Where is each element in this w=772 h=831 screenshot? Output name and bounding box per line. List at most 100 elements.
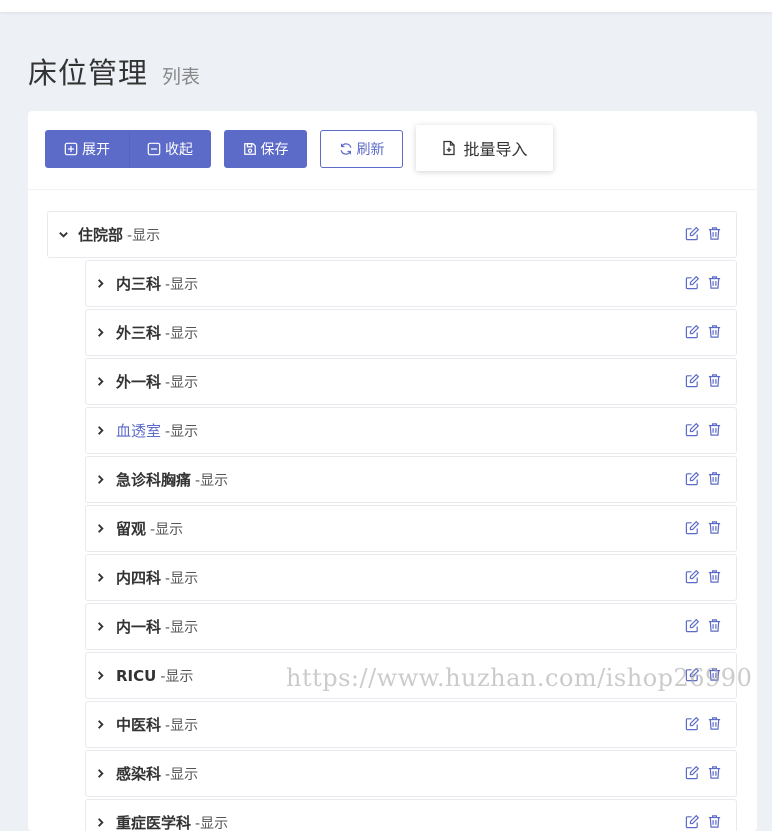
edit-icon[interactable] bbox=[685, 667, 700, 682]
node-actions bbox=[685, 422, 722, 437]
tree-node-status: -显示 bbox=[165, 372, 198, 392]
tree-node-child[interactable]: 内一科-显示 bbox=[85, 603, 737, 650]
expand-button[interactable]: 展开 bbox=[45, 130, 129, 168]
edit-icon[interactable] bbox=[685, 569, 700, 584]
trash-icon[interactable] bbox=[707, 716, 722, 731]
tree-node-root[interactable]: 住院部 -显示 bbox=[47, 211, 737, 258]
edit-icon[interactable] bbox=[685, 226, 700, 241]
tree-node-status: -显示 bbox=[150, 519, 183, 539]
edit-icon[interactable] bbox=[685, 520, 700, 535]
chevron-right-icon[interactable] bbox=[94, 474, 106, 486]
chevron-right-icon[interactable] bbox=[94, 425, 106, 437]
tree-node-name: 内四科 bbox=[116, 567, 161, 588]
tree-node-status: -显示 bbox=[165, 715, 198, 735]
edit-icon[interactable] bbox=[685, 275, 700, 290]
trash-icon[interactable] bbox=[707, 667, 722, 682]
trash-icon[interactable] bbox=[707, 618, 722, 633]
content-card: 展开 收起 保存 刷新 bbox=[28, 111, 757, 831]
tree-node-name: 外三科 bbox=[116, 322, 161, 343]
chevron-right-icon[interactable] bbox=[94, 327, 106, 339]
save-button[interactable]: 保存 bbox=[224, 130, 307, 168]
tree-node-status: -显示 bbox=[165, 764, 198, 784]
tree-node-name: 血透室 bbox=[116, 420, 161, 441]
save-icon bbox=[243, 142, 257, 156]
node-actions bbox=[685, 569, 722, 584]
batch-import-label: 批量导入 bbox=[463, 136, 527, 160]
trash-icon[interactable] bbox=[707, 520, 722, 535]
chevron-right-icon[interactable] bbox=[94, 719, 106, 731]
tree-node-child[interactable]: 重症医学科-显示 bbox=[85, 799, 737, 831]
chevron-right-icon[interactable] bbox=[94, 670, 106, 682]
tree-node-child[interactable]: 外一科-显示 bbox=[85, 358, 737, 405]
tree-node-status: -显示 bbox=[165, 568, 198, 588]
tree-node-status: -显示 bbox=[165, 617, 198, 637]
tree-node-name: 中医科 bbox=[116, 714, 161, 735]
tree-node-child[interactable]: 外三科-显示 bbox=[85, 309, 737, 356]
tree-node-name: 急诊科胸痛 bbox=[116, 469, 191, 490]
edit-icon[interactable] bbox=[685, 716, 700, 731]
refresh-button[interactable]: 刷新 bbox=[320, 130, 403, 168]
page-title: 床位管理 bbox=[28, 50, 148, 92]
edit-icon[interactable] bbox=[685, 765, 700, 780]
chevron-right-icon[interactable] bbox=[94, 523, 106, 535]
node-actions bbox=[685, 667, 722, 682]
tree-node-name: 内一科 bbox=[116, 616, 161, 637]
trash-icon[interactable] bbox=[707, 814, 722, 829]
node-actions bbox=[685, 471, 722, 486]
tree-node-name: 感染科 bbox=[116, 763, 161, 784]
node-actions bbox=[685, 765, 722, 780]
node-actions bbox=[685, 373, 722, 388]
trash-icon[interactable] bbox=[707, 373, 722, 388]
tree-node-child[interactable]: 感染科-显示 bbox=[85, 750, 737, 797]
batch-import-button[interactable]: 批量导入 bbox=[416, 125, 553, 171]
tree-node-child[interactable]: 内四科-显示 bbox=[85, 554, 737, 601]
toolbar: 展开 收起 保存 刷新 bbox=[28, 111, 757, 190]
chevron-right-icon[interactable] bbox=[94, 278, 106, 290]
tree-node-name: 住院部 bbox=[78, 224, 123, 245]
tree-node-status: -显示 bbox=[195, 813, 228, 831]
page-subtitle: 列表 bbox=[162, 62, 200, 89]
refresh-icon bbox=[339, 142, 353, 156]
edit-icon[interactable] bbox=[685, 618, 700, 633]
edit-icon[interactable] bbox=[685, 324, 700, 339]
trash-icon[interactable] bbox=[707, 471, 722, 486]
tree-node-status: -显示 bbox=[165, 323, 198, 343]
node-actions bbox=[685, 275, 722, 290]
node-actions bbox=[685, 324, 722, 339]
tree-node-child[interactable]: RICU-显示 bbox=[85, 652, 737, 699]
chevron-right-icon[interactable] bbox=[94, 621, 106, 633]
node-actions bbox=[685, 520, 722, 535]
tree-node-child[interactable]: 内三科-显示 bbox=[85, 260, 737, 307]
department-tree: 住院部 -显示 bbox=[47, 211, 737, 831]
tree-node-child[interactable]: 急诊科胸痛-显示 bbox=[85, 456, 737, 503]
trash-icon[interactable] bbox=[707, 275, 722, 290]
tree-node-child[interactable]: 中医科-显示 bbox=[85, 701, 737, 748]
chevron-right-icon[interactable] bbox=[94, 817, 106, 829]
edit-icon[interactable] bbox=[685, 471, 700, 486]
collapse-button[interactable]: 收起 bbox=[129, 130, 211, 168]
chevron-right-icon[interactable] bbox=[94, 376, 106, 388]
chevron-down-icon[interactable] bbox=[57, 229, 69, 241]
minus-square-icon bbox=[147, 142, 161, 156]
tree-node-name: 外一科 bbox=[116, 371, 161, 392]
trash-icon[interactable] bbox=[707, 569, 722, 584]
collapse-button-label: 收起 bbox=[165, 139, 193, 159]
chevron-right-icon[interactable] bbox=[94, 572, 106, 584]
edit-icon[interactable] bbox=[685, 814, 700, 829]
edit-icon[interactable] bbox=[685, 373, 700, 388]
plus-square-icon bbox=[64, 142, 78, 156]
chevron-right-icon[interactable] bbox=[94, 768, 106, 780]
trash-icon[interactable] bbox=[707, 226, 722, 241]
trash-icon[interactable] bbox=[707, 765, 722, 780]
tree-node-status: -显示 bbox=[165, 421, 198, 441]
tree-node-status: -显示 bbox=[165, 274, 198, 294]
tree-node-status: -显示 bbox=[127, 225, 160, 245]
tree-node-child[interactable]: 留观-显示 bbox=[85, 505, 737, 552]
trash-icon[interactable] bbox=[707, 422, 722, 437]
save-button-label: 保存 bbox=[261, 139, 289, 159]
node-actions bbox=[685, 618, 722, 633]
trash-icon[interactable] bbox=[707, 324, 722, 339]
refresh-button-label: 刷新 bbox=[357, 139, 385, 159]
edit-icon[interactable] bbox=[685, 422, 700, 437]
tree-node-child[interactable]: 血透室-显示 bbox=[85, 407, 737, 454]
